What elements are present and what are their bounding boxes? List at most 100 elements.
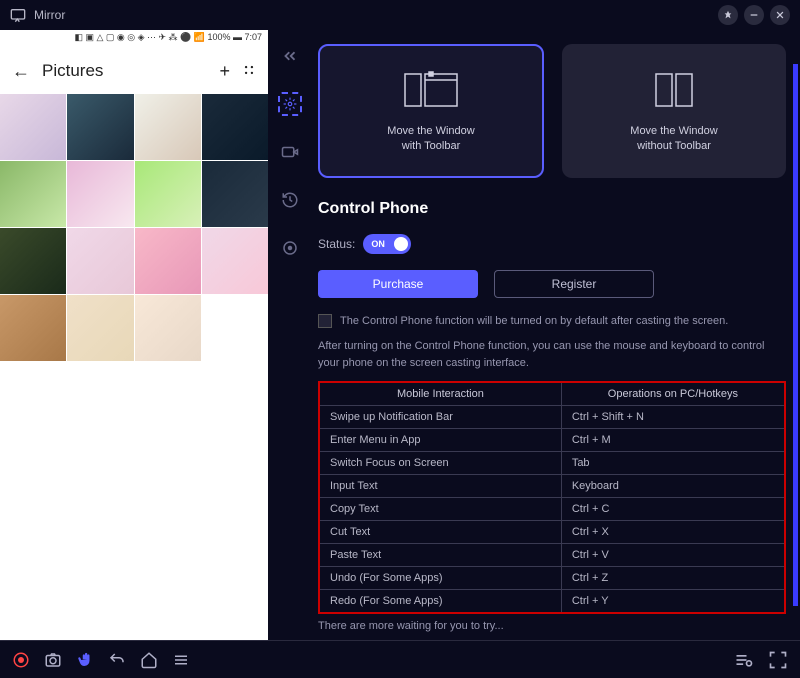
back-button[interactable]: ← [12, 61, 30, 82]
phone-header: ← Pictures + [0, 48, 268, 94]
camera-photo-icon [44, 651, 62, 669]
table-cell-hotkey: Ctrl + Y [561, 590, 785, 614]
table-cell-action: Cut Text [319, 521, 561, 544]
bottom-toolbar [0, 640, 800, 678]
history-icon [281, 191, 299, 209]
window-toolbar-icon [396, 68, 466, 112]
back-nav-button[interactable] [108, 651, 126, 669]
table-row: Switch Focus on ScreenTab [319, 452, 785, 475]
table-cell-hotkey: Ctrl + Shift + N [561, 406, 785, 429]
close-icon [775, 10, 785, 20]
view-toggle-button[interactable] [242, 61, 256, 82]
table-row: Redo (For Some Apps)Ctrl + Y [319, 590, 785, 614]
playlist-button[interactable] [734, 650, 754, 670]
add-button[interactable]: + [219, 61, 230, 82]
settings-rail-button[interactable] [278, 92, 302, 116]
target-icon [281, 239, 299, 257]
window-no-toolbar-icon [639, 68, 709, 112]
table-cell-hotkey: Ctrl + V [561, 544, 785, 567]
toggle-state-label: ON [371, 239, 385, 249]
camera-icon [281, 143, 299, 161]
fullscreen-button[interactable] [768, 650, 788, 670]
photo-thumb[interactable] [202, 161, 268, 227]
app-logo-icon [10, 7, 26, 23]
table-header-hotkey: Operations on PC/Hotkeys [561, 382, 785, 406]
titlebar: Mirror [0, 0, 800, 30]
record-button[interactable] [12, 651, 30, 669]
undo-icon [108, 651, 126, 669]
photo-thumb[interactable] [67, 295, 133, 361]
menu-nav-button[interactable] [172, 651, 190, 669]
control-phone-toggle[interactable]: ON [363, 234, 411, 254]
collapse-button[interactable] [278, 44, 302, 68]
table-cell-hotkey: Tab [561, 452, 785, 475]
toggle-knob [394, 237, 408, 251]
photo-thumb[interactable] [135, 228, 201, 294]
default-on-checkbox[interactable] [318, 314, 332, 328]
photo-thumb[interactable] [67, 94, 133, 160]
screenshot-button[interactable] [44, 651, 62, 669]
card-with-toolbar[interactable]: Move the Windowwith Toolbar [318, 44, 544, 178]
close-button[interactable] [770, 5, 790, 25]
pin-button[interactable] [718, 5, 738, 25]
default-checkbox-row: The Control Phone function will be turne… [318, 314, 786, 328]
control-mode-button[interactable] [76, 651, 94, 669]
photo-thumb[interactable] [0, 94, 66, 160]
home-icon [140, 651, 158, 669]
table-cell-action: Enter Menu in App [319, 429, 561, 452]
record-icon [12, 651, 30, 669]
main-area: ◧ ▣ △ ▢ ◉ ◎ ◈ ⋯ ✈ ⁂ ⚫ 📶 100% ▬ 7:07 ← Pi… [0, 30, 800, 640]
status-row: Status: ON [318, 234, 786, 254]
table-cell-action: Input Text [319, 475, 561, 498]
table-cell-action: Switch Focus on Screen [319, 452, 561, 475]
photo-thumb[interactable] [202, 228, 268, 294]
photo-thumb[interactable] [135, 161, 201, 227]
table-row: Swipe up Notification BarCtrl + Shift + … [319, 406, 785, 429]
scrollbar[interactable] [793, 520, 798, 606]
photo-thumb[interactable] [0, 228, 66, 294]
hand-icon [76, 651, 94, 669]
photo-thumb[interactable] [0, 295, 66, 361]
info-text: After turning on the Control Phone funct… [318, 338, 786, 371]
table-cell-hotkey: Ctrl + C [561, 498, 785, 521]
table-row: Paste TextCtrl + V [319, 544, 785, 567]
history-rail-button[interactable] [278, 188, 302, 212]
minimize-button[interactable] [744, 5, 764, 25]
phone-mirror-panel[interactable]: ◧ ▣ △ ▢ ◉ ◎ ◈ ⋯ ✈ ⁂ ⚫ 📶 100% ▬ 7:07 ← Pi… [0, 30, 268, 640]
table-cell-action: Undo (For Some Apps) [319, 567, 561, 590]
table-header-action: Mobile Interaction [319, 382, 561, 406]
target-rail-button[interactable] [278, 236, 302, 260]
photo-thumb[interactable] [135, 94, 201, 160]
card-without-toolbar[interactable]: Move the Windowwithout Toolbar [562, 44, 786, 178]
grid-dots-icon [242, 63, 256, 77]
photo-thumb[interactable] [135, 295, 201, 361]
table-cell-action: Redo (For Some Apps) [319, 590, 561, 614]
table-cell-hotkey: Keyboard [561, 475, 785, 498]
window-mode-cards: Move the Windowwith Toolbar Move the Win… [318, 44, 786, 178]
side-rail [268, 30, 312, 640]
minimize-icon [749, 10, 759, 20]
button-row: Purchase Register [318, 270, 786, 298]
photo-thumb[interactable] [67, 161, 133, 227]
phone-status-bar: ◧ ▣ △ ▢ ◉ ◎ ◈ ⋯ ✈ ⁂ ⚫ 📶 100% ▬ 7:07 [0, 30, 268, 48]
titlebar-left: Mirror [10, 7, 710, 23]
table-row: Undo (For Some Apps)Ctrl + Z [319, 567, 785, 590]
app-title: Mirror [34, 8, 65, 22]
chevron-left-double-icon [281, 47, 299, 65]
table-row: Cut TextCtrl + X [319, 521, 785, 544]
photo-thumb[interactable] [202, 94, 268, 160]
card-label: Move the Windowwith Toolbar [387, 124, 474, 155]
scrollbar[interactable] [793, 64, 798, 520]
section-title: Control Phone [318, 200, 786, 218]
fullscreen-icon [768, 650, 788, 670]
home-nav-button[interactable] [140, 651, 158, 669]
register-button[interactable]: Register [494, 270, 654, 298]
hotkey-table: Mobile Interaction Operations on PC/Hotk… [318, 381, 786, 614]
settings-panel: Move the Windowwith Toolbar Move the Win… [312, 30, 800, 640]
record-rail-button[interactable] [278, 140, 302, 164]
photo-gallery[interactable] [0, 94, 268, 640]
purchase-button[interactable]: Purchase [318, 270, 478, 298]
photo-thumb[interactable] [67, 228, 133, 294]
pin-icon [723, 10, 733, 20]
photo-thumb[interactable] [0, 161, 66, 227]
